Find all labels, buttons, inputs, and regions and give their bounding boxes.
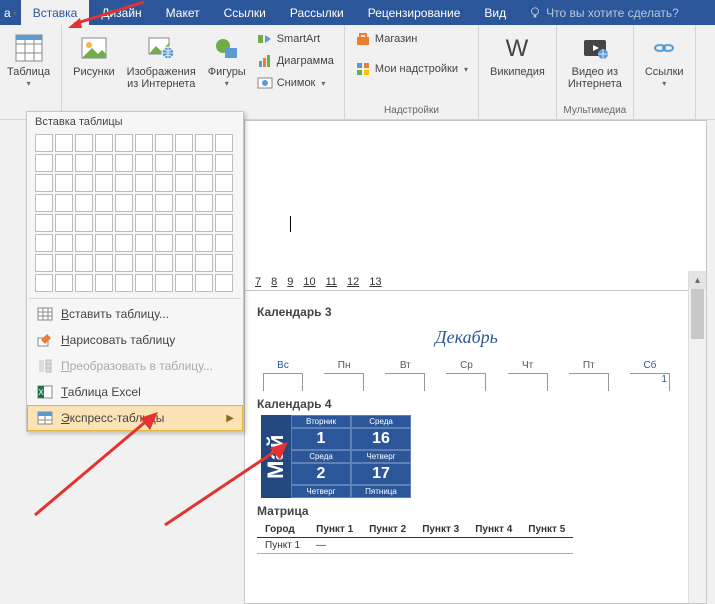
tab-partial[interactable]: а▾ (0, 0, 21, 25)
smartart-button[interactable]: SmartArt (253, 29, 338, 49)
video-icon (579, 32, 611, 64)
links-button[interactable]: Ссылки ▾ (640, 29, 689, 88)
calendar4-preview[interactable]: Май ВторникСреда 116 СредаЧетверг 217 Че… (261, 415, 411, 498)
dropdown-title: Вставка таблицы (27, 112, 243, 132)
wikipedia-button[interactable]: W Википедия (485, 29, 550, 78)
matrix-preview[interactable]: ГородПункт 1Пункт 2Пункт 3Пункт 4Пункт 5… (257, 522, 676, 554)
wikipedia-icon: W (501, 32, 533, 64)
tab-layout[interactable]: Макет (154, 0, 212, 25)
pictures-button[interactable]: Рисунки (68, 29, 120, 93)
draw-table-item[interactable]: Нарисовать таблицу (27, 327, 243, 353)
screenshot-button[interactable]: Снимок▾ (253, 73, 338, 93)
svg-text:W: W (506, 35, 529, 62)
tab-mailings[interactable]: Рассылки (278, 0, 356, 25)
store-icon (355, 31, 371, 47)
screenshot-icon (257, 75, 273, 91)
tab-view[interactable]: Вид (472, 0, 518, 25)
online-pictures-button[interactable]: Изображенияиз Интернета (122, 29, 201, 93)
scroll-up-icon[interactable]: ▴ (689, 271, 706, 289)
scrollbar[interactable]: ▴ (688, 271, 706, 603)
convert-icon (37, 358, 53, 374)
insert-table-item[interactable]: Вставить таблицу... (27, 301, 243, 327)
my-addins-button[interactable]: Мои надстройки▾ (351, 59, 472, 79)
document-area: 78910111213 Календарь 3 Декабрь Вс Пн Вт… (244, 120, 707, 604)
smartart-icon (257, 31, 273, 47)
online-video-button[interactable]: Видео изИнтернета (563, 29, 627, 90)
quick-tables-icon (37, 410, 53, 426)
store-button[interactable]: Магазин (351, 29, 472, 49)
calendar3-month: Декабрь (261, 327, 672, 348)
pencil-icon (37, 332, 53, 348)
quick-tables-item[interactable]: Экспресс-таблицы ▶ (27, 405, 243, 431)
addins-icon (355, 61, 371, 77)
scroll-thumb[interactable] (691, 289, 704, 339)
insert-table-grid[interactable] (35, 134, 235, 292)
tab-review[interactable]: Рецензирование (356, 0, 473, 25)
table-dropdown: Вставка таблицы Вставить таблицу... Нари… (26, 111, 244, 432)
pictures-icon (78, 32, 110, 64)
group-links: Ссылки ▾ (634, 25, 696, 119)
tab-references[interactable]: Ссылки (212, 0, 278, 25)
calendar3-days: Вс Пн Вт Ср Чт Пт Сб (261, 360, 672, 371)
ribbon-tabs: а▾ Вставка Дизайн Макет Ссылки Рассылки … (0, 0, 715, 25)
svg-text:X: X (38, 388, 44, 397)
calendar4-month: Май (261, 415, 291, 498)
group-media: Видео изИнтернета Мультимедиа (557, 25, 634, 119)
table-button[interactable]: Таблица ▾ (2, 29, 55, 88)
group-tables: Таблица ▾ (0, 25, 62, 119)
chart-icon (257, 53, 273, 69)
tell-me[interactable]: Что вы хотите сделать? (518, 0, 679, 25)
excel-table-item[interactable]: X Таблица Excel (27, 379, 243, 405)
convert-table-item: Преобразовать в таблицу... (27, 353, 243, 379)
insert-table-label: ставить таблицу... (69, 307, 169, 321)
quick-tables-panel[interactable]: Календарь 3 Декабрь Вс Пн Вт Ср Чт Пт Сб… (245, 291, 688, 603)
calendar3-cells: 1 (261, 373, 672, 391)
ruler: 78910111213 (245, 273, 688, 291)
chevron-right-icon: ▶ (226, 413, 234, 424)
tab-insert[interactable]: Вставка (21, 0, 90, 25)
matrix-heading: Матрица (257, 504, 676, 518)
group-wikipedia: W Википедия (479, 25, 557, 119)
group-illustrations: Рисунки Изображенияиз Интернета Фигуры ▾… (62, 25, 345, 119)
text-cursor (290, 216, 291, 232)
shapes-button[interactable]: Фигуры ▾ (203, 29, 251, 93)
online-pictures-icon (145, 32, 177, 64)
calendar3-heading: Календарь 3 (257, 305, 676, 319)
table-icon (13, 32, 45, 64)
tab-design[interactable]: Дизайн (89, 0, 153, 25)
calendar3-preview[interactable]: Декабрь Вс Пн Вт Ср Чт Пт Сб 1 (261, 327, 672, 391)
calendar4-heading: Календарь 4 (257, 397, 676, 411)
shapes-icon (211, 32, 243, 64)
chart-button[interactable]: Диаграмма (253, 51, 338, 71)
ribbon: Таблица ▾ Рисунки Изображенияиз Интернет… (0, 25, 715, 120)
excel-icon: X (37, 384, 53, 400)
link-icon (648, 32, 680, 64)
group-addins: Магазин Мои надстройки▾ Надстройки (345, 25, 479, 119)
table-mini-icon (37, 306, 53, 322)
bulb-icon (528, 6, 542, 20)
